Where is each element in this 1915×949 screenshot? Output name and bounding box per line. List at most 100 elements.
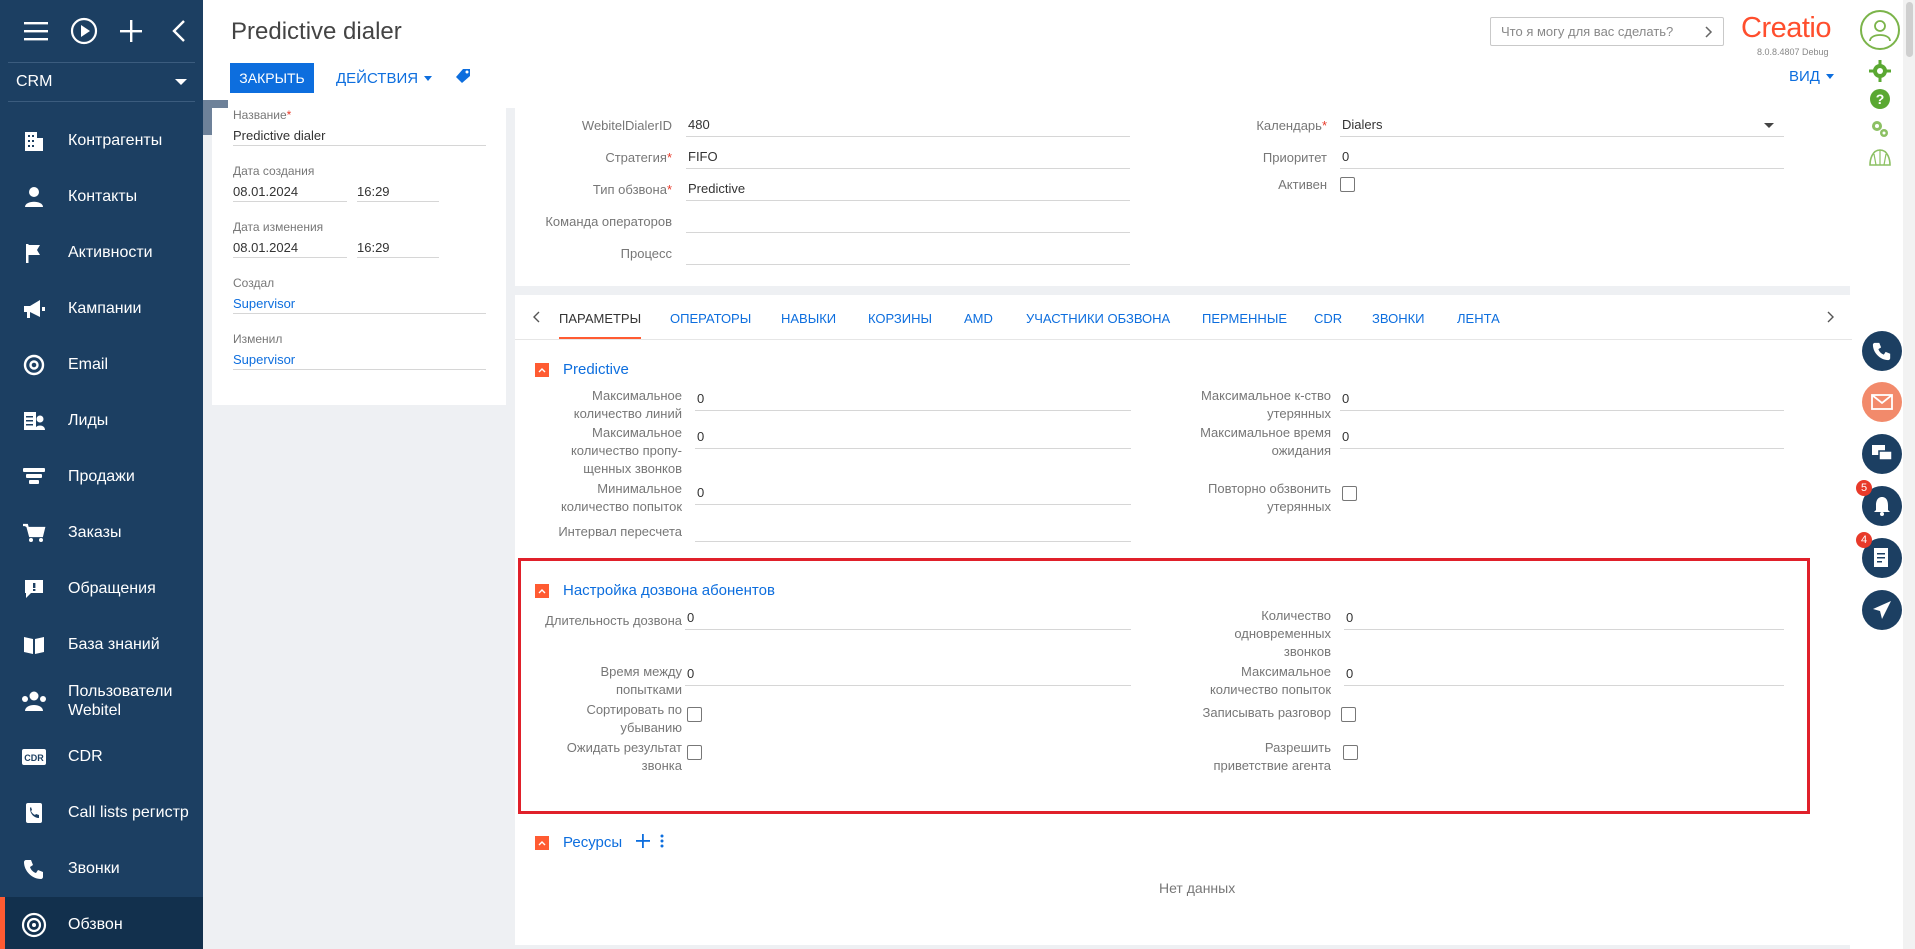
operator-team-input[interactable] <box>686 209 1130 233</box>
phone-list-icon <box>20 799 48 827</box>
tab-calls[interactable]: ЗВОНКИ <box>1372 311 1425 326</box>
add-resource-icon[interactable] <box>636 834 651 851</box>
tasks-button[interactable]: 4 <box>1856 532 1902 578</box>
collapse-icon[interactable] <box>535 835 549 850</box>
gear-icon[interactable] <box>1869 60 1891 85</box>
created-time-value[interactable]: 16:29 <box>357 178 439 202</box>
nav-item-opportunities[interactable]: Продажи <box>0 449 203 505</box>
tab-operators[interactable]: ОПЕРАТОРЫ <box>670 311 751 326</box>
strategy-input[interactable]: FIFO <box>686 145 1130 169</box>
close-button[interactable]: ЗАКРЫТЬ <box>230 63 314 93</box>
tab-participants[interactable]: УЧАСТНИКИ ОБЗВОНА <box>1026 311 1170 326</box>
view-button[interactable]: ВИД <box>1789 68 1834 85</box>
created-date-value[interactable]: 08.01.2024 <box>233 178 347 202</box>
nav-item-calls[interactable]: Звонки <box>0 841 203 897</box>
shell-icon[interactable] <box>1868 148 1892 173</box>
calendar-value: Dialers <box>1342 117 1383 132</box>
tab-variables[interactable]: ПЕРМЕННЫЕ <box>1202 311 1287 326</box>
actions-button[interactable]: ДЕЙСТВИЯ <box>336 63 433 93</box>
nav-item-accounts[interactable]: Контрагенты <box>0 113 203 169</box>
nav-label: Активности <box>68 244 153 261</box>
tag-icon[interactable] <box>455 68 471 87</box>
redial-lost-checkbox[interactable] <box>1342 486 1357 501</box>
modified-date-field: Дата изменения 08.01.2024 16:29 <box>233 220 486 258</box>
actions-label: ДЕЙСТВИЯ <box>336 69 419 87</box>
modified-by-link[interactable]: Supervisor <box>233 346 486 370</box>
name-value[interactable]: Predictive dialer <box>233 122 486 146</box>
nav-item-knowledge-base[interactable]: База знаний <box>0 617 203 673</box>
tabs-scroll-left-icon[interactable] <box>532 311 540 326</box>
nav-item-email[interactable]: Email <box>0 337 203 393</box>
dial-type-input[interactable]: Predictive <box>686 177 1130 201</box>
tab-feed[interactable]: ЛЕНТА <box>1457 311 1500 326</box>
modified-time-value[interactable]: 16:29 <box>357 234 439 258</box>
scrollbar-thumb[interactable] <box>1906 2 1913 57</box>
chat-button[interactable] <box>1862 434 1902 474</box>
collapse-menu-icon[interactable] <box>155 11 203 51</box>
calendar-select[interactable]: Dialers <box>1340 113 1784 137</box>
name-field[interactable]: Название* Predictive dialer <box>233 108 486 146</box>
creatio-logo: Creatio <box>1741 12 1832 44</box>
recalc-interval-input[interactable] <box>695 518 1131 542</box>
nav-item-orders[interactable]: Заказы <box>0 505 203 561</box>
page-header: Predictive dialer ЗАКРЫТЬ ДЕЙСТВИЯ Что я… <box>203 0 1850 108</box>
system-settings-icon[interactable] <box>1869 118 1891 143</box>
tab-amd[interactable]: AMD <box>964 311 993 326</box>
help-icon[interactable]: ? <box>1869 88 1891 113</box>
tab-buckets[interactable]: КОРЗИНЫ <box>868 311 932 326</box>
nav-label: CDR <box>68 748 103 765</box>
users-icon <box>20 687 48 715</box>
nav-item-call-lists[interactable]: Call lists регистр <box>0 785 203 841</box>
lead-icon <box>20 407 48 435</box>
notifications-button[interactable]: 5 <box>1856 480 1902 526</box>
collapse-icon[interactable] <box>535 362 549 377</box>
resources-section-title: Ресурсы <box>563 834 623 851</box>
resources-section-header[interactable]: Ресурсы <box>535 834 664 851</box>
webitel-id-input[interactable]: 480 <box>686 113 1130 137</box>
chevron-right-icon <box>1705 26 1713 41</box>
profile-avatar-icon[interactable] <box>1860 10 1900 50</box>
nav-item-webitel-users[interactable]: Пользователи Webitel <box>0 673 203 729</box>
created-by-field: Создал Supervisor <box>233 276 486 314</box>
search-placeholder: Что я могу для вас сделать? <box>1501 24 1674 39</box>
workplace-select[interactable]: CRM <box>8 62 195 102</box>
main-fields-card: WebitelDialerID 480 Стратегия* FIFO Тип … <box>515 108 1852 286</box>
nav-item-dialer[interactable]: Обзвон <box>0 897 203 949</box>
tab-cdr[interactable]: CDR <box>1314 311 1342 326</box>
nav-item-activities[interactable]: Активности <box>0 225 203 281</box>
tab-skills[interactable]: НАВЫКИ <box>781 311 836 326</box>
cdr-icon: CDR <box>20 743 48 771</box>
nav-item-cases[interactable]: Обращения <box>0 561 203 617</box>
modified-date-value[interactable]: 08.01.2024 <box>233 234 347 258</box>
send-button[interactable] <box>1862 590 1902 630</box>
person-icon <box>20 183 48 211</box>
more-options-icon[interactable] <box>660 834 664 851</box>
email-button[interactable] <box>1862 382 1902 422</box>
play-process-icon[interactable] <box>60 11 108 51</box>
priority-input[interactable]: 0 <box>1340 145 1784 169</box>
predictive-section-header[interactable]: Predictive <box>535 361 629 378</box>
process-input[interactable] <box>686 241 1130 265</box>
command-search-input[interactable]: Что я могу для вас сделать? <box>1490 17 1724 46</box>
max-missed-input[interactable]: 0 <box>695 425 1131 449</box>
tabs-scroll-right-icon[interactable] <box>1827 311 1835 326</box>
dial-type-row: Тип обзвона* Predictive <box>515 177 1130 201</box>
tab-parameters[interactable]: ПАРАМЕТРЫ <box>559 311 642 339</box>
min-attempts-input[interactable]: 0 <box>695 481 1131 505</box>
active-checkbox[interactable] <box>1340 177 1355 192</box>
nav-item-leads[interactable]: Лиды <box>0 393 203 449</box>
add-icon[interactable] <box>108 11 156 51</box>
nav-label-line: Webitel <box>68 702 122 719</box>
chat-alert-icon <box>20 575 48 603</box>
nav-item-cdr[interactable]: CDR CDR <box>0 729 203 785</box>
nav-item-campaigns[interactable]: Кампании <box>0 281 203 337</box>
max-lost-input[interactable]: 0 <box>1340 387 1784 411</box>
created-date-field: Дата создания 08.01.2024 16:29 <box>233 164 486 202</box>
phone-call-button[interactable] <box>1862 331 1902 371</box>
created-by-link[interactable]: Supervisor <box>233 290 486 314</box>
hamburger-menu-icon[interactable] <box>12 11 60 51</box>
max-wait-input[interactable]: 0 <box>1340 425 1784 449</box>
max-lines-input[interactable]: 0 <box>695 387 1131 411</box>
nav-item-contacts[interactable]: Контакты <box>0 169 203 225</box>
page-scrollbar[interactable] <box>1903 0 1915 949</box>
